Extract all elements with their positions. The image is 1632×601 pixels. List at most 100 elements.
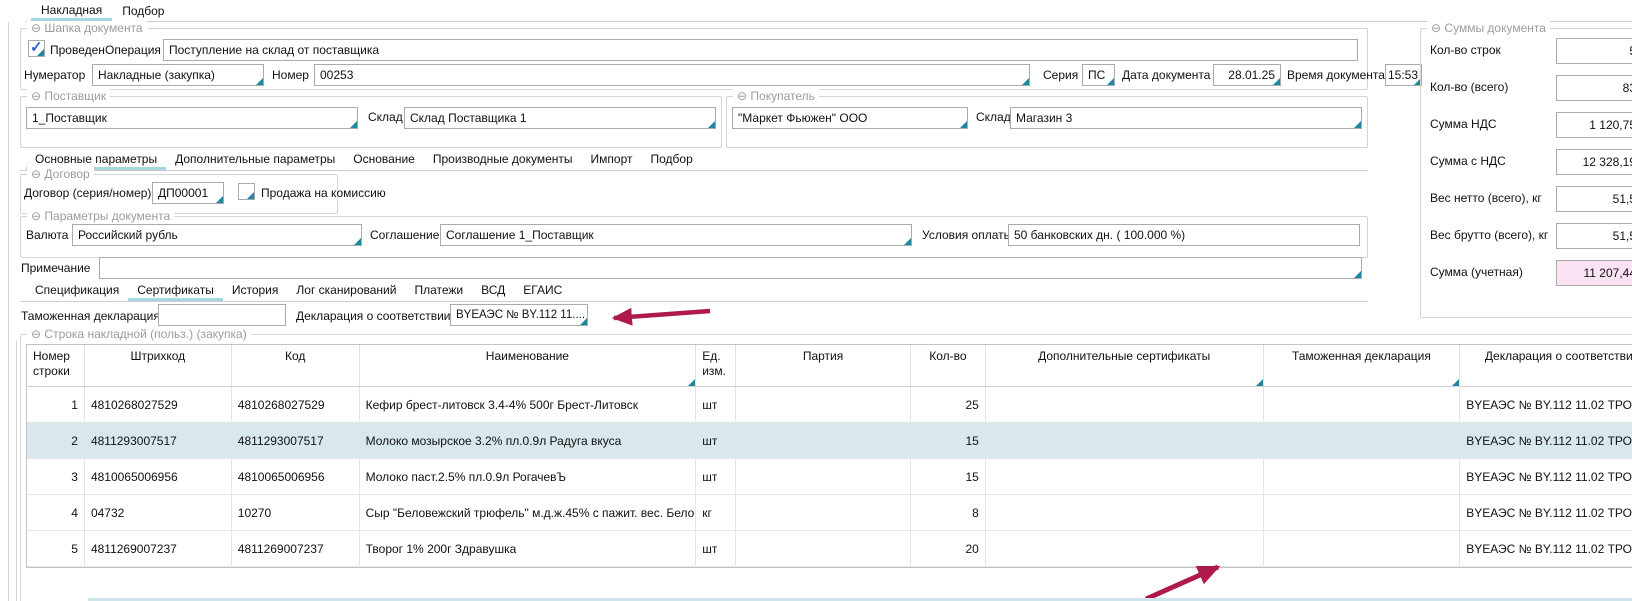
collapse-icon[interactable]: ⊖	[31, 209, 41, 223]
col-header-barcode[interactable]: Штрихкод	[85, 345, 232, 386]
cell-unit[interactable]: шт	[696, 387, 736, 422]
cell-customs-decl[interactable]	[1264, 423, 1461, 458]
posted-checkbox[interactable]: ✓	[28, 40, 45, 57]
tab-scan-log[interactable]: Лог сканирований	[287, 281, 405, 301]
buyer-field[interactable]: "Маркет Фьюжен" ООО	[732, 107, 968, 129]
cell-line-number[interactable]: 5	[27, 531, 85, 566]
cell-code[interactable]: 4810065006956	[232, 459, 360, 494]
tab-additional-params[interactable]: Дополнительные параметры	[166, 150, 344, 170]
supplier-field[interactable]: 1_Поставщик	[26, 107, 358, 129]
note-field[interactable]	[99, 257, 1362, 279]
cell-code[interactable]: 4811269007237	[232, 531, 360, 566]
series-field[interactable]: ПС	[1082, 64, 1115, 86]
cell-conformity-decl[interactable]: BYЕАЭС № BY.112 11.02 ТРО11 ...	[1460, 387, 1632, 422]
cell-barcode[interactable]: 4811293007517	[85, 423, 232, 458]
collapse-icon[interactable]: ⊖	[31, 89, 41, 103]
document-date-field[interactable]: 28.01.25	[1213, 64, 1281, 86]
supplier-warehouse-field[interactable]: Склад Поставщика 1	[404, 107, 716, 129]
cell-barcode[interactable]: 4810065006956	[85, 459, 232, 494]
sum-qty-total-field[interactable]: 83	[1556, 75, 1632, 101]
cell-code[interactable]: 4810268027529	[232, 387, 360, 422]
tab-invoice[interactable]: Накладная	[31, 0, 112, 21]
cell-name[interactable]: Творог 1% 200г Здравушка	[360, 531, 697, 566]
collapse-icon[interactable]: ⊖	[737, 89, 747, 103]
cell-batch[interactable]	[736, 459, 911, 494]
cell-name[interactable]: Молоко паст.2.5% пл.0.9л РогачевЪ	[360, 459, 697, 494]
collapse-icon[interactable]: ⊖	[31, 327, 41, 341]
col-header-line-number[interactable]: Номер строки	[27, 345, 85, 386]
cell-extra-certs[interactable]	[986, 387, 1264, 422]
cell-unit[interactable]: шт	[696, 459, 736, 494]
tab-selection[interactable]: Подбор	[112, 1, 174, 21]
cell-unit[interactable]: шт	[696, 531, 736, 566]
cell-code[interactable]: 4811293007517	[232, 423, 360, 458]
cell-extra-certs[interactable]	[986, 495, 1264, 530]
collapse-icon[interactable]: ⊖	[31, 167, 41, 181]
cell-customs-decl[interactable]	[1264, 531, 1461, 566]
tab-vsd[interactable]: ВСД	[472, 281, 514, 301]
accounting-sum-field[interactable]: 11 207,44	[1556, 260, 1632, 286]
col-header-code[interactable]: Код	[232, 345, 360, 386]
cell-extra-certs[interactable]	[986, 423, 1264, 458]
table-row[interactable]: 5 4811269007237 4811269007237 Творог 1% …	[27, 531, 1632, 567]
col-header-unit[interactable]: Ед. изм.	[696, 345, 736, 386]
customs-declaration-field[interactable]	[158, 304, 286, 326]
cell-unit[interactable]: шт	[696, 423, 736, 458]
tab-egais[interactable]: ЕГАИС	[514, 281, 571, 301]
sum-vat-field[interactable]: 1 120,75	[1556, 112, 1632, 138]
cell-conformity-decl[interactable]: BYЕАЭС № BY.112 11.02 ТРО11 ...	[1460, 459, 1632, 494]
tab-history[interactable]: История	[223, 281, 288, 301]
table-row[interactable]: 1 4810268027529 4810268027529 Кефир брес…	[27, 387, 1632, 423]
net-weight-field[interactable]: 51,5	[1556, 186, 1632, 212]
cell-customs-decl[interactable]	[1264, 495, 1461, 530]
sum-lines-count-field[interactable]: 5	[1556, 38, 1632, 64]
table-row[interactable]: 4 04732 10270 Сыр "Беловежский трюфель" …	[27, 495, 1632, 531]
cell-qty[interactable]: 25	[911, 387, 986, 422]
agreement-field[interactable]: Соглашение 1_Поставщик	[440, 224, 912, 246]
operation-field[interactable]: Поступление на склад от поставщика	[163, 39, 1358, 61]
cell-extra-certs[interactable]	[986, 531, 1264, 566]
table-row-selected[interactable]: 2 4811293007517 4811293007517 Молоко моз…	[27, 423, 1632, 459]
cell-batch[interactable]	[736, 495, 911, 530]
cell-qty[interactable]: 8	[911, 495, 986, 530]
tab-payments[interactable]: Платежи	[405, 281, 472, 301]
cell-qty[interactable]: 15	[911, 423, 986, 458]
col-header-customs-decl[interactable]: Таможенная декларация	[1264, 345, 1461, 386]
collapse-icon[interactable]: ⊖	[1431, 21, 1441, 35]
conformity-declaration-field[interactable]: BYЕАЭС № BY.112 11....	[450, 304, 588, 326]
cell-line-number[interactable]: 1	[27, 387, 85, 422]
number-field[interactable]: 00253	[314, 64, 1030, 86]
col-header-batch[interactable]: Партия	[736, 345, 911, 386]
cell-line-number[interactable]: 4	[27, 495, 85, 530]
buyer-warehouse-field[interactable]: Магазин 3	[1010, 107, 1362, 129]
cell-conformity-decl[interactable]: BYЕАЭС № BY.112 11.02 ТРО11 ...	[1460, 423, 1632, 458]
cell-batch[interactable]	[736, 387, 911, 422]
cell-extra-certs[interactable]	[986, 459, 1264, 494]
cell-line-number[interactable]: 3	[27, 459, 85, 494]
table-row[interactable]: 3 4810065006956 4810065006956 Молоко пас…	[27, 459, 1632, 495]
col-header-qty[interactable]: Кол-во	[911, 345, 986, 386]
cell-qty[interactable]: 20	[911, 531, 986, 566]
cell-batch[interactable]	[736, 423, 911, 458]
payment-terms-field[interactable]: 50 банковских дн. ( 100.000 %)	[1008, 224, 1360, 246]
currency-field[interactable]: Российский рубль	[72, 224, 362, 246]
col-header-extra-certs[interactable]: Дополнительные сертификаты	[986, 345, 1264, 386]
cell-line-number[interactable]: 2	[27, 423, 85, 458]
cell-code[interactable]: 10270	[232, 495, 360, 530]
cell-qty[interactable]: 15	[911, 459, 986, 494]
tab-selection2[interactable]: Подбор	[641, 150, 701, 170]
contract-field[interactable]: ДП00001	[152, 182, 224, 204]
numerator-field[interactable]: Накладные (закупка)	[92, 64, 264, 86]
cell-name[interactable]: Кефир брест-литовск 3.4-4% 500г Брест-Ли…	[360, 387, 697, 422]
commission-checkbox[interactable]	[238, 183, 255, 200]
col-header-conformity-decl[interactable]: Декларация о соответствии	[1460, 345, 1632, 386]
tab-derived-documents[interactable]: Производные документы	[424, 150, 582, 170]
cell-barcode[interactable]: 4810268027529	[85, 387, 232, 422]
tab-import[interactable]: Импорт	[582, 150, 642, 170]
tab-basis[interactable]: Основание	[344, 150, 424, 170]
col-header-name[interactable]: Наименование	[360, 345, 697, 386]
cell-barcode[interactable]: 04732	[85, 495, 232, 530]
document-time-field[interactable]: 15:53	[1385, 64, 1422, 86]
cell-barcode[interactable]: 4811269007237	[85, 531, 232, 566]
collapse-icon[interactable]: ⊖	[31, 21, 41, 35]
